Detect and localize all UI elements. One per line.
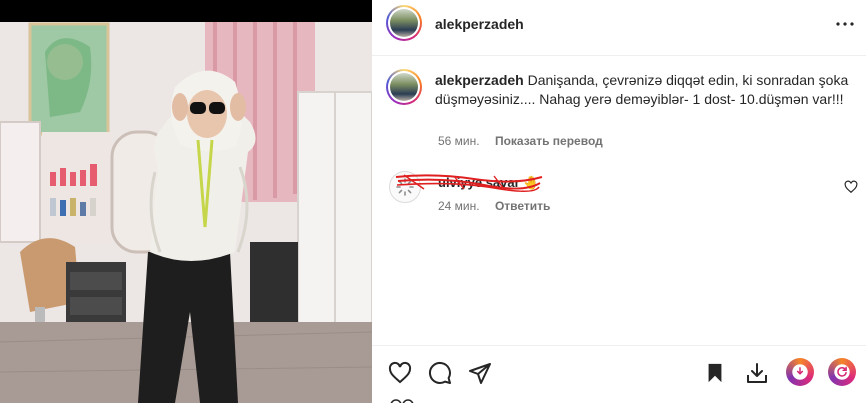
more-options-button[interactable] bbox=[834, 14, 856, 34]
share-button[interactable] bbox=[467, 360, 493, 386]
post-details-panel: alekperzadeh alekperzadeh Danişanda, çev… bbox=[372, 0, 866, 403]
send-icon bbox=[469, 363, 491, 384]
comment-time[interactable]: 24 мин. bbox=[438, 199, 480, 213]
download-button[interactable] bbox=[744, 360, 770, 386]
extension-icon bbox=[837, 366, 847, 377]
caption-author-avatar[interactable] bbox=[386, 69, 422, 105]
bookmark-icon bbox=[708, 363, 722, 383]
extension-icon bbox=[796, 367, 804, 375]
like-button[interactable] bbox=[387, 360, 413, 386]
comment-meta: 24 мин. Ответить bbox=[438, 199, 550, 213]
author-username[interactable]: alekperzadeh bbox=[435, 16, 524, 32]
comment-button[interactable] bbox=[427, 360, 453, 386]
heart-icon bbox=[388, 361, 412, 384]
reply-button[interactable]: Ответить bbox=[495, 199, 550, 213]
caption-time[interactable]: 56 мин. bbox=[438, 134, 480, 148]
save-button[interactable] bbox=[702, 360, 728, 386]
caption-meta: 56 мин. Показать перевод bbox=[438, 134, 603, 148]
comment-icon bbox=[428, 361, 451, 384]
show-translation-button[interactable]: Показать перевод bbox=[495, 134, 603, 148]
post-caption: alekperzadeh Danişanda, çevrənizə diqqət… bbox=[435, 71, 855, 109]
post-image[interactable] bbox=[0, 0, 372, 403]
likes-avatars-partial bbox=[390, 399, 414, 403]
more-horizontal-icon bbox=[836, 22, 854, 26]
post-header: alekperzadeh bbox=[372, 0, 866, 56]
extension-button-2[interactable] bbox=[828, 358, 856, 386]
post-action-bar bbox=[372, 345, 866, 403]
caption-username[interactable]: alekperzadeh bbox=[435, 72, 524, 88]
image-top-band bbox=[0, 0, 372, 22]
salon-photo-illustration bbox=[0, 22, 372, 403]
download-icon bbox=[747, 363, 767, 383]
red-scribble-redaction bbox=[395, 174, 543, 193]
author-avatar[interactable] bbox=[386, 5, 422, 41]
extension-button-1[interactable] bbox=[786, 358, 814, 386]
comment-like-icon[interactable] bbox=[844, 180, 858, 194]
